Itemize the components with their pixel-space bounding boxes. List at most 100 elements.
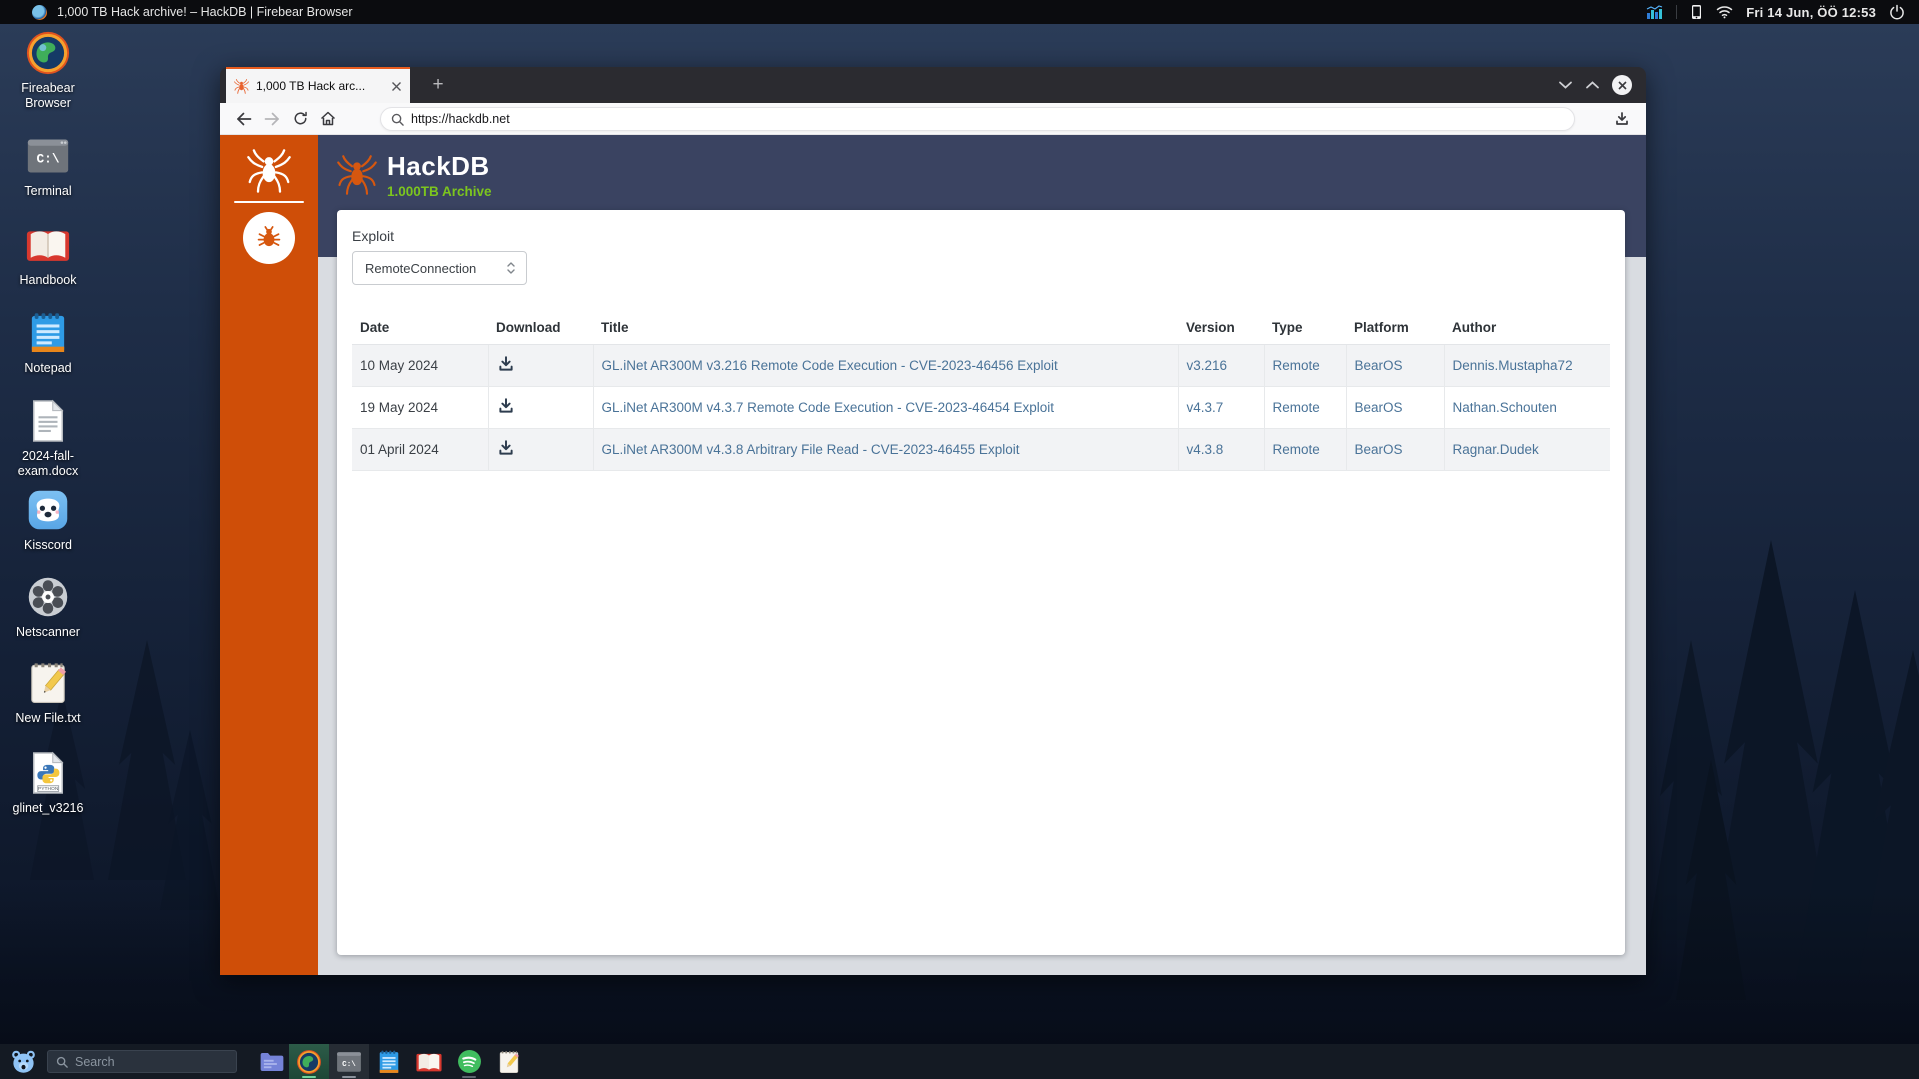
url-input[interactable]: https://hackdb.net xyxy=(411,112,510,126)
download-icon[interactable] xyxy=(497,439,515,457)
reload-button[interactable] xyxy=(286,106,314,132)
taskbar-search[interactable] xyxy=(47,1050,237,1073)
bear-icon xyxy=(10,1049,37,1074)
cell-download[interactable] xyxy=(488,387,593,429)
taskbar-app-handbook[interactable] xyxy=(409,1044,449,1079)
desktop-icon-label: Fireabear Browser xyxy=(2,81,94,111)
search-icon xyxy=(56,1056,68,1068)
forward-button[interactable] xyxy=(258,106,286,132)
cell-title: GL.iNet AR300M v4.3.7 Remote Code Execut… xyxy=(593,387,1178,429)
chevron-up-icon[interactable] xyxy=(1585,80,1600,90)
desktop-icon-netscanner[interactable]: Netscanner xyxy=(0,574,96,640)
desktop-icon-terminal[interactable]: C:\ Terminal xyxy=(0,133,96,199)
desktop-icon-exam-docx[interactable]: 2024-fall-exam.docx xyxy=(0,398,96,479)
download-icon[interactable] xyxy=(497,355,515,373)
site-sidebar xyxy=(220,135,318,975)
wifi-icon xyxy=(1716,5,1733,19)
new-tab-button[interactable]: + xyxy=(422,67,454,103)
select-value: RemoteConnection xyxy=(365,261,506,276)
exploit-title-link[interactable]: GL.iNet AR300M v4.3.8 Arbitrary File Rea… xyxy=(602,442,1020,457)
notepad-icon xyxy=(29,312,67,354)
power-icon[interactable] xyxy=(1889,4,1905,20)
taskbar-app-fireabear-browser[interactable] xyxy=(289,1044,329,1079)
python-file-icon: PYTHON xyxy=(29,751,67,795)
desktop-icon-fireabear-browser[interactable]: Fireabear Browser xyxy=(0,30,96,111)
svg-text:C:\: C:\ xyxy=(342,1060,356,1068)
system-top-bar: 1,000 TB Hack archive! – HackDB | Firebe… xyxy=(0,0,1919,24)
taskbar-app-notepad[interactable] xyxy=(369,1044,409,1079)
desktop-icon-new-file[interactable]: New File.txt xyxy=(0,660,96,726)
desktop-icon-glinet-python-file[interactable]: PYTHON glinet_v3216 xyxy=(0,750,96,816)
cell-download[interactable] xyxy=(488,429,593,471)
fireabear-browser-icon xyxy=(25,30,71,76)
cell-platform: BearOS xyxy=(1346,387,1444,429)
cell-date: 10 May 2024 xyxy=(352,345,488,387)
downloads-button[interactable] xyxy=(1608,106,1636,132)
search-input[interactable] xyxy=(75,1055,215,1069)
cell-author: Nathan.Schouten xyxy=(1444,387,1610,429)
system-tray[interactable]: Fri 14 Jun, ÖÖ 12:53 xyxy=(1646,4,1905,20)
cell-type: Remote xyxy=(1264,345,1346,387)
desktop-icon-label: 2024-fall-exam.docx xyxy=(2,449,94,479)
col-header-date: Date xyxy=(352,312,488,345)
exploit-type-select[interactable]: RemoteConnection xyxy=(352,251,527,285)
desktop-icon-label: Notepad xyxy=(24,361,71,376)
netscanner-icon xyxy=(27,576,69,618)
cell-date: 01 April 2024 xyxy=(352,429,488,471)
site-title: HackDB xyxy=(387,151,492,182)
home-button[interactable] xyxy=(314,106,342,132)
tab-bar[interactable]: 1,000 TB Hack arc... + xyxy=(220,67,1646,103)
col-header-download: Download xyxy=(488,312,593,345)
tab-hackdb[interactable]: 1,000 TB Hack arc... xyxy=(226,67,410,103)
desktop-icon-label: Netscanner xyxy=(16,625,80,640)
site-brand: HackDB 1.000TB Archive xyxy=(337,151,492,199)
exploit-filter-label: Exploit xyxy=(352,228,1610,244)
desktop-icon-label: Kisscord xyxy=(24,538,72,553)
page-viewport: HackDB 1.000TB Archive Exploit RemoteCon… xyxy=(220,135,1646,975)
browser-window: 1,000 TB Hack arc... + https xyxy=(220,67,1646,975)
network-activity-chart-icon xyxy=(1646,5,1663,20)
cell-version: v4.3.7 xyxy=(1178,387,1264,429)
taskbar-file-manager[interactable] xyxy=(255,1044,289,1079)
start-menu-button[interactable] xyxy=(8,1047,38,1077)
text-file-icon xyxy=(498,1050,520,1074)
select-chevrons-icon xyxy=(506,261,516,275)
cell-title: GL.iNet AR300M v4.3.8 Arbitrary File Rea… xyxy=(593,429,1178,471)
text-file-icon xyxy=(28,661,68,705)
sidebar-nav-exploits[interactable] xyxy=(243,212,295,264)
spider-logo-white xyxy=(247,149,291,193)
desktop-icon-kisscord[interactable]: Kisscord xyxy=(0,487,96,553)
tab-close-icon[interactable] xyxy=(391,81,402,92)
col-header-type: Type xyxy=(1264,312,1346,345)
chevron-down-icon[interactable] xyxy=(1558,80,1573,90)
url-bar[interactable]: https://hackdb.net xyxy=(380,107,1575,131)
desktop-icon-label: Handbook xyxy=(20,273,77,288)
col-header-author: Author xyxy=(1444,312,1610,345)
clock[interactable]: Fri 14 Jun, ÖÖ 12:53 xyxy=(1746,5,1876,20)
cell-date: 19 May 2024 xyxy=(352,387,488,429)
window-controls[interactable] xyxy=(1558,67,1632,103)
desktop-icon-handbook[interactable]: Handbook xyxy=(0,222,96,288)
cell-download[interactable] xyxy=(488,345,593,387)
docx-file-icon xyxy=(29,399,67,443)
window-close-button[interactable] xyxy=(1612,75,1632,95)
taskbar-app-terminal[interactable]: C:\ xyxy=(329,1044,369,1079)
taskbar-app-new-file[interactable] xyxy=(489,1044,529,1079)
bug-icon xyxy=(256,225,282,251)
taskbar-app-spotify[interactable] xyxy=(449,1044,489,1079)
table-row: 19 May 2024 GL.iNet AR300M v4.3.7 Remote… xyxy=(352,387,1610,429)
desktop-icon-notepad[interactable]: Notepad xyxy=(0,310,96,376)
spider-favicon xyxy=(234,79,249,94)
handbook-icon xyxy=(26,225,70,265)
navigation-toolbar: https://hackdb.net xyxy=(220,103,1646,135)
exploit-title-link[interactable]: GL.iNet AR300M v3.216 Remote Code Execut… xyxy=(602,358,1058,373)
cell-type: Remote xyxy=(1264,387,1346,429)
cell-author: Ragnar.Dudek xyxy=(1444,429,1610,471)
active-window-title: 1,000 TB Hack archive! – HackDB | Firebe… xyxy=(57,5,353,19)
site-tagline: 1.000TB Archive xyxy=(387,184,492,199)
exploit-title-link[interactable]: GL.iNet AR300M v4.3.7 Remote Code Execut… xyxy=(602,400,1055,415)
back-button[interactable] xyxy=(230,106,258,132)
running-indicator xyxy=(462,1076,476,1078)
download-icon[interactable] xyxy=(497,397,515,415)
cell-version: v3.216 xyxy=(1178,345,1264,387)
